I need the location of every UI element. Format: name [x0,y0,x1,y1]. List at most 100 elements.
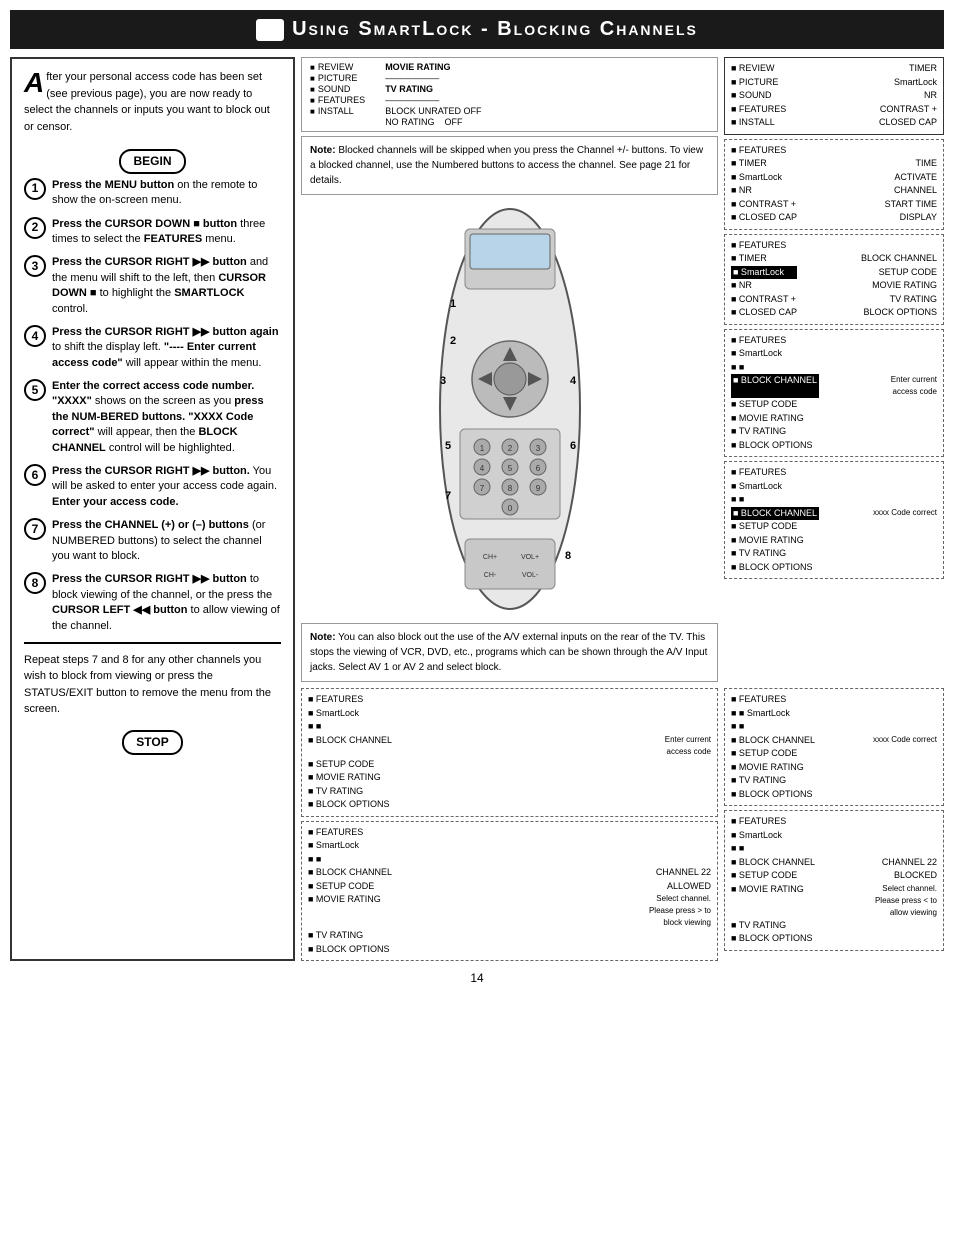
blp2-block-channel: ■ BLOCK CHANNEL [308,866,392,880]
rp1-review: ■ REVIEW [731,62,786,76]
rp3-block-channel: BLOCK CHANNEL [861,252,937,266]
rp4-smartlock: ■ SmartLock [731,347,937,361]
rp2-contrast: ■ CONTRAST + [731,198,797,212]
rp2-blank [885,144,937,158]
page-title: Using SmartLock - Blocking Channels [292,18,698,41]
step-1: 1 Press the MENU button on the remote to… [24,178,281,209]
bottom-right-panel-1: ■ FEATURES ■ ■ SmartLock ■ ■ ■ BLOCK CHA… [724,688,944,806]
tv-icon [256,19,284,41]
brp1-block-channel: ■ BLOCK CHANNEL [731,734,815,748]
right-panel-2: ■ FEATURES ■ TIMER ■ SmartLock ■ NR ■ CO… [724,139,944,230]
begin-badge-container: BEGIN [24,145,281,178]
rp3-movie-rating: MOVIE RATING [861,279,937,293]
rp4-setup-code: ■ SETUP CODE [731,398,937,412]
note-box-2: Note: You can also block out the use of … [301,623,718,682]
svg-text:4: 4 [479,464,484,473]
rp5-block-options: ■ BLOCK OPTIONS [731,561,937,575]
svg-text:4: 4 [570,375,577,387]
drop-cap: A [24,69,44,97]
top-area: ■ REVIEW ■ PICTURE ■ SOUND ■ FEATURES ■ … [301,57,944,682]
right-panels: ■ REVIEW ■ PICTURE ■ SOUND ■ FEATURES ■ … [724,57,944,682]
rp3-contrast: ■ CONTRAST + [731,293,797,307]
brp2-movie-rating: ■ MOVIE RATING [731,883,804,919]
step-3-text: Press the CURSOR RIGHT ▶▶ button and the… [52,255,281,317]
step-6: 6 Press the CURSOR RIGHT ▶▶ button. You … [24,464,281,510]
repeat-text: Repeat steps 7 and 8 for any other chann… [24,652,281,718]
brp2-blocked: BLOCKED [894,869,937,883]
svg-text:CH-: CH- [483,572,496,579]
rp3-nr: ■ NR [731,279,797,293]
rp5-features: ■ FEATURES [731,466,937,480]
brp2-features: ■ FEATURES [731,815,937,829]
rp5-setup-code: ■ SETUP CODE [731,520,937,534]
blp1-blockchan-row: ■ BLOCK CHANNEL Enter currentaccess code [308,734,711,758]
blp2-features: ■ FEATURES [308,826,711,840]
svg-text:6: 6 [535,464,540,473]
step-2-text: Press the CURSOR DOWN ■ button three tim… [52,217,281,248]
blp2-dots: ■ ■ [308,853,711,867]
brp2-setup-code: ■ SETUP CODE [731,869,797,883]
rp2-col2: TIME ACTIVATE CHANNEL START TIME DISPLAY [885,144,937,225]
remote-area: ■ REVIEW ■ PICTURE ■ SOUND ■ FEATURES ■ … [301,57,718,682]
brp2-smartlock: ■ SmartLock [731,829,937,843]
tv-rating-dashes: —————— [385,95,481,105]
svg-text:8: 8 [565,550,571,562]
blp2-note: Select channel.Please press > toblock vi… [649,893,711,929]
blp2-setupcode-row: ■ SETUP CODE ALLOWED [308,880,711,894]
blp1-block-options: ■ BLOCK OPTIONS [308,798,711,812]
rp5-blockchan-row: ■ BLOCK CHANNEL xxxx Code correct [731,507,937,521]
rp2-activate: ACTIVATE [885,171,937,185]
svg-text:7: 7 [479,484,484,493]
menu-picture: ■ PICTURE [310,73,365,83]
rp5-smartlock: ■ SmartLock [731,480,937,494]
stop-badge-container: STOP [24,726,281,759]
blp1-setup-code: ■ SETUP CODE [308,758,711,772]
separator [24,642,281,644]
step-5-text: Enter the correct access code number. "X… [52,379,281,456]
rp3-timer: ■ TIMER [731,252,797,266]
rp4-movie-rating: ■ MOVIE RATING [731,412,937,426]
intro-body: fter your personal access code has been … [24,71,270,133]
rp3-smartlock: ■ SmartLock [731,266,797,280]
brp2-note: Select channel.Please press < toallow vi… [875,883,937,919]
step-7-text: Press the CHANNEL (+) or (–) buttons (or… [52,518,281,564]
brp2-setupcode-row: ■ SETUP CODE BLOCKED [731,869,937,883]
rp2-channel: CHANNEL [885,184,937,198]
note2-text: You can also block out the use of the A/… [310,632,707,673]
brp2-movierating-row: ■ MOVIE RATING Select channel.Please pre… [731,883,937,919]
blp1-movie-rating: ■ MOVIE RATING [308,771,711,785]
bottom-left-panel-2: ■ FEATURES ■ SmartLock ■ ■ ■ BLOCK CHANN… [301,821,718,962]
rp2-timer: ■ TIMER [731,157,797,171]
intro-text: A fter your personal access code has bee… [24,69,281,135]
bottom-right: ■ FEATURES ■ ■ SmartLock ■ ■ ■ BLOCK CHA… [724,688,944,961]
rp5-block-channel: ■ BLOCK CHANNEL [731,507,819,521]
svg-text:2: 2 [450,335,456,347]
note2-label: Note: [310,632,336,643]
rp3-col1: ■ FEATURES ■ TIMER ■ SmartLock ■ NR ■ CO… [731,239,797,320]
brp1-code-correct: xxxx Code correct [873,734,937,748]
page-number: 14 [10,971,944,985]
blp2-smartlock: ■ SmartLock [308,839,711,853]
rp1-picture: ■ PICTURE [731,76,786,90]
svg-text:CH+: CH+ [482,554,496,561]
tv-menu-col1: ■ REVIEW ■ PICTURE ■ SOUND ■ FEATURES ■ … [310,62,365,127]
blp2-block-options: ■ BLOCK OPTIONS [308,943,711,957]
blp1-tv-rating: ■ TV RATING [308,785,711,799]
bottom-right-panel-2: ■ FEATURES ■ SmartLock ■ ■ ■ BLOCK CHANN… [724,810,944,951]
rp2-starttime: START TIME [885,198,937,212]
step-5-num: 5 [24,379,46,401]
svg-text:3: 3 [535,444,540,453]
step-7-num: 7 [24,518,46,540]
rp2-col1: ■ FEATURES ■ TIMER ■ SmartLock ■ NR ■ CO… [731,144,797,225]
svg-text:2: 2 [507,444,512,453]
brp1-features: ■ FEATURES [731,693,937,707]
brp1-tv-rating: ■ TV RATING [731,774,937,788]
rp2-nr: ■ NR [731,184,797,198]
brp1-dots: ■ ■ [731,720,937,734]
step-4-num: 4 [24,325,46,347]
svg-text:0: 0 [507,504,512,513]
rp2-closedcap: ■ CLOSED CAP [731,211,797,225]
rp1-nr: NR [879,89,937,103]
bottom-area: ■ FEATURES ■ SmartLock ■ ■ ■ BLOCK CHANN… [301,688,944,961]
svg-text:VOL-: VOL- [521,572,538,579]
